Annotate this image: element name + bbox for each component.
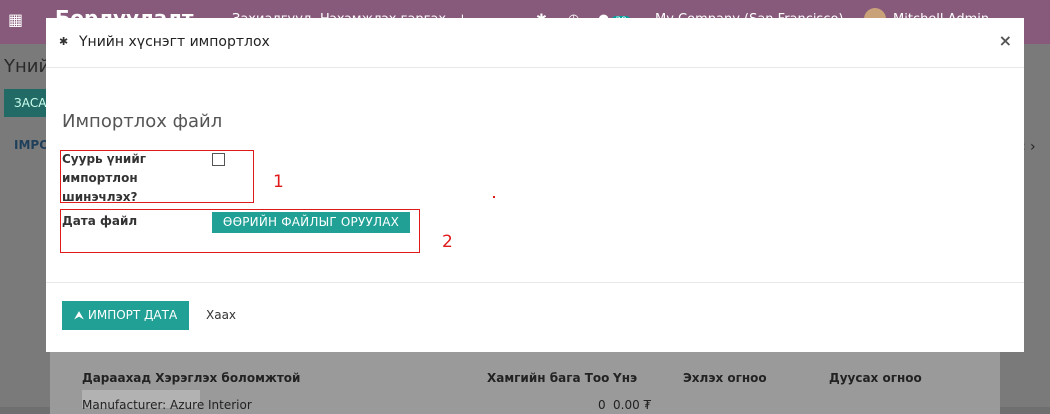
row-min-qty: 0 (598, 398, 606, 412)
close-button[interactable]: Хаах (206, 308, 236, 322)
import-data-button[interactable]: ⮝ ИМПОРТ ДАТА (62, 301, 189, 330)
apps-grid-icon[interactable]: ▦ (8, 10, 23, 29)
col-price[interactable]: Үнэ (613, 371, 637, 385)
import-pricelist-dialog: ✱ Үнийн хүснэгт импортлох × Импортлох фа… (46, 18, 1024, 352)
dialog-title: Үнийн хүснэгт импортлох (79, 34, 270, 50)
bug-icon: ✱ (59, 35, 69, 48)
col-min-qty[interactable]: Хамгийн бага Тоо (487, 371, 609, 385)
edit-button[interactable]: ЗАСА (4, 89, 48, 117)
col-end-date[interactable]: Дуусах огноо (829, 371, 922, 385)
annotation-dot (493, 196, 495, 198)
import-data-label: ИМПОРТ ДАТА (87, 308, 178, 322)
dialog-header: ✱ Үнийн хүснэгт импортлох × (46, 18, 1024, 68)
page-title: Үний (4, 56, 51, 77)
annotation-label-2: 2 (442, 232, 453, 252)
annotation-box-1 (60, 150, 254, 203)
col-applicable-on[interactable]: Дараахад Хэрэглэх боломжтой (82, 371, 300, 385)
annotation-box-2 (60, 209, 420, 253)
upload-icon: ⮝ (73, 308, 85, 322)
col-start-date[interactable]: Эхлэх огноо (683, 371, 767, 385)
import-tab[interactable]: IMPO (14, 138, 49, 152)
row-product[interactable]: Manufacturer: Azure Interior (82, 398, 252, 412)
close-icon[interactable]: × (999, 31, 1012, 50)
row-price: 0.00 ₮ (613, 398, 652, 412)
annotation-label-1: 1 (273, 172, 284, 192)
section-title: Импортлох файл (62, 111, 223, 132)
dialog-footer: ⮝ ИМПОРТ ДАТА Хаах (46, 282, 1024, 353)
